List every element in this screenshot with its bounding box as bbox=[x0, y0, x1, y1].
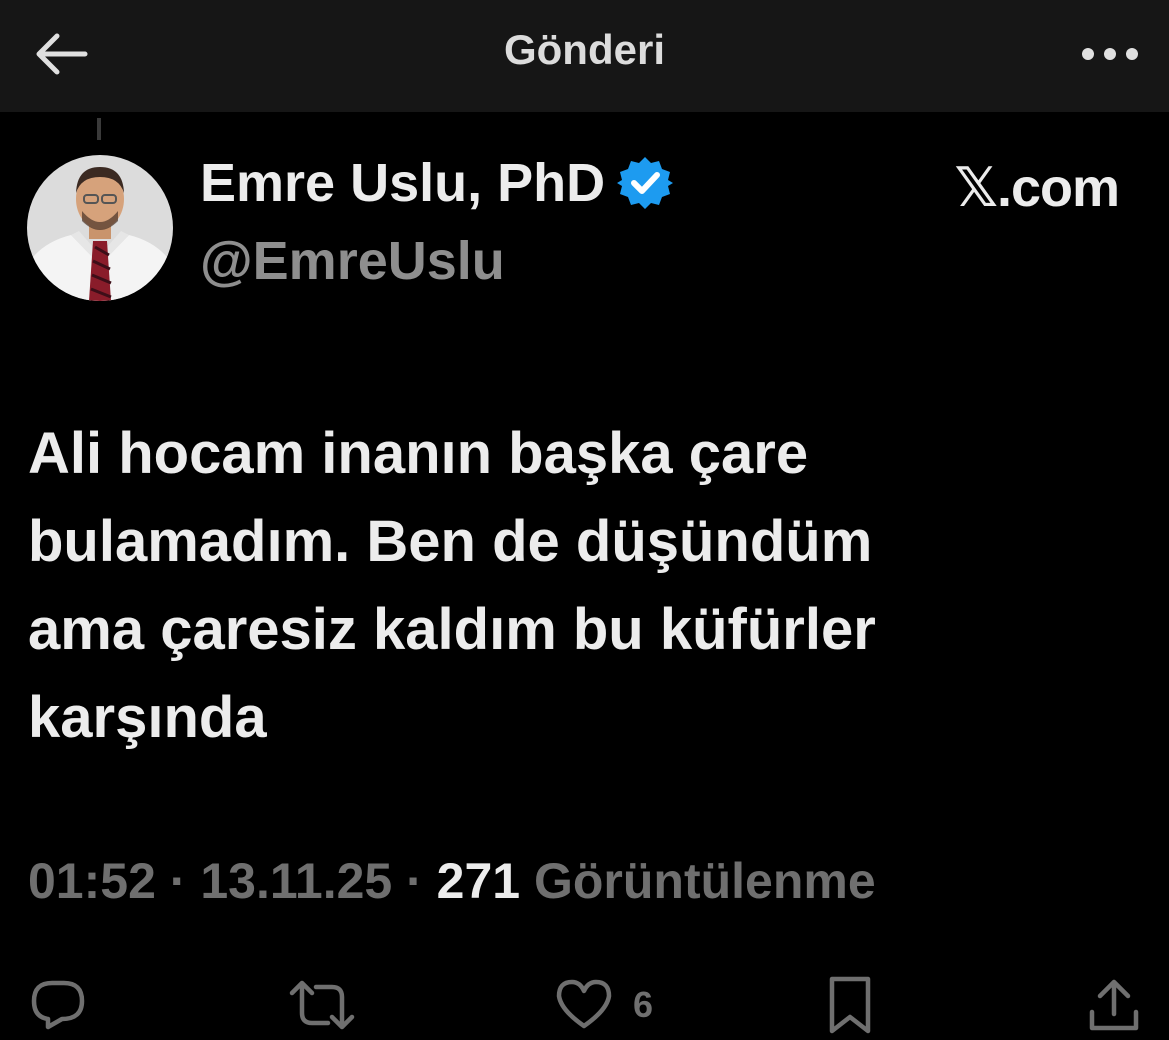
views-count: 271 bbox=[436, 853, 521, 909]
author-display-name[interactable]: Emre Uslu, PhD bbox=[200, 152, 605, 214]
bookmark-icon bbox=[829, 976, 871, 1034]
author-handle[interactable]: @EmreUslu bbox=[200, 230, 505, 292]
retweet-button[interactable] bbox=[288, 970, 356, 1040]
arrow-left-icon bbox=[36, 33, 88, 75]
heart-icon bbox=[556, 979, 612, 1029]
reply-button[interactable] bbox=[28, 970, 88, 1040]
more-horizontal-icon bbox=[1082, 48, 1138, 60]
source-label: 𝕏.com bbox=[954, 158, 1120, 218]
avatar[interactable] bbox=[27, 155, 173, 301]
thread-connector-line bbox=[97, 118, 101, 140]
share-icon bbox=[1089, 979, 1139, 1031]
action-bar: 6 bbox=[0, 970, 1169, 1040]
tweet-meta: 01:52 · 13.11.25 · 271 Görüntülenme bbox=[28, 852, 876, 910]
views-label: Görüntülenme bbox=[533, 853, 876, 909]
meta-separator: · bbox=[392, 853, 437, 909]
share-button[interactable] bbox=[1086, 970, 1142, 1040]
like-count: 6 bbox=[633, 984, 654, 1025]
like-button[interactable]: 6 bbox=[555, 970, 653, 1040]
verified-badge-icon bbox=[617, 157, 674, 209]
page-title: Gönderi bbox=[503, 26, 665, 73]
meta-separator: · bbox=[155, 853, 201, 909]
reply-icon bbox=[31, 980, 85, 1030]
top-bar: Gönderi bbox=[0, 0, 1169, 112]
tweet-text: Ali hocam inanın başka çare bulamadım. B… bbox=[28, 421, 876, 750]
retweet-icon bbox=[289, 980, 355, 1030]
tweet-time: 01:52 bbox=[28, 853, 156, 909]
bookmark-button[interactable] bbox=[826, 970, 874, 1040]
more-options-button[interactable] bbox=[1079, 34, 1141, 74]
avatar-image bbox=[27, 155, 173, 301]
back-button[interactable] bbox=[30, 26, 92, 82]
author-name-row[interactable]: Emre Uslu, PhD bbox=[200, 152, 674, 214]
tweet-date: 13.11.25 bbox=[200, 853, 393, 909]
